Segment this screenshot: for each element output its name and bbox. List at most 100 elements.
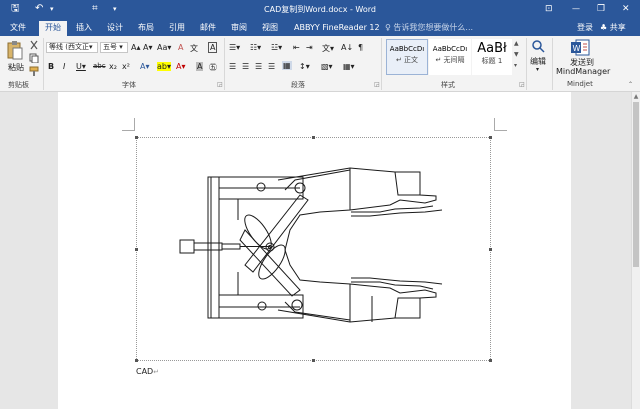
resize-handle[interactable] (135, 136, 138, 139)
find-icon[interactable] (531, 39, 545, 53)
tab-review[interactable]: 审阅 (225, 21, 253, 36)
resize-handle[interactable] (489, 359, 492, 362)
tab-mailings[interactable]: 邮件 (194, 21, 222, 36)
paragraph-mark: ↵ (153, 368, 160, 376)
grow-font-icon[interactable]: A▴ (131, 43, 141, 52)
tab-design[interactable]: 设计 (101, 21, 129, 36)
tab-abbyy[interactable]: ABBYY FineReader 12 (288, 21, 386, 36)
numbering-icon[interactable]: ☷▾ (250, 43, 261, 52)
highlight-color-icon[interactable]: ab▾ (157, 62, 171, 71)
close-button[interactable]: ✕ (622, 2, 630, 16)
share-button[interactable]: ♣ 共享 (600, 22, 626, 33)
font-dialog-launcher-icon[interactable]: ◲ (217, 81, 223, 88)
phonetic-guide-icon[interactable]: 文 (190, 43, 198, 54)
font-color-icon[interactable]: A▾ (176, 62, 186, 71)
change-case-icon[interactable]: Aa▾ (157, 43, 171, 52)
resize-handle[interactable] (312, 136, 315, 139)
show-marks-icon[interactable]: ¶ (358, 43, 363, 52)
bold-button[interactable]: B (48, 62, 54, 71)
character-shading-icon[interactable]: A (196, 62, 204, 71)
clear-formatting-icon[interactable]: A (178, 43, 183, 52)
paste-button-label[interactable]: 粘贴 (8, 62, 24, 73)
group-label-styles: 样式 (441, 81, 455, 89)
copy-icon[interactable] (29, 53, 39, 63)
style-name: 标题 1 (481, 57, 503, 65)
mindmanager-label[interactable]: MindManager (556, 67, 610, 76)
align-left-icon[interactable]: ☰ (229, 62, 236, 71)
tab-insert[interactable]: 插入 (70, 21, 98, 36)
styles-scroll-up-icon[interactable]: ▲ (514, 40, 519, 47)
subscript-button[interactable]: x₂ (109, 62, 117, 71)
scrollbar-thumb[interactable] (633, 102, 639, 267)
group-label-mindjet: Mindjet (567, 80, 593, 88)
styles-dialog-launcher-icon[interactable]: ◲ (519, 81, 525, 88)
underline-button[interactable]: U▾ (76, 62, 86, 71)
line-spacing-icon[interactable]: ↕▾ (299, 62, 310, 71)
window-title: CAD复制到Word.docx - Word (264, 5, 376, 14)
bullets-icon[interactable]: ☰▾ (229, 43, 240, 52)
align-center-icon[interactable]: ☰ (242, 62, 249, 71)
multilevel-list-icon[interactable]: ☳▾ (271, 43, 282, 52)
shrink-font-icon[interactable]: A▾ (143, 43, 153, 52)
ribbon-home: 粘贴 剪贴板 等线 (西文正▾ 五号 ▾ A▴ A▾ Aa▾ A 文 A B I… (0, 36, 640, 92)
tab-home[interactable]: 开始 (39, 21, 67, 36)
paste-icon[interactable] (6, 40, 24, 60)
scroll-up-icon[interactable]: ▲ (632, 93, 640, 100)
tab-references[interactable]: 引用 (163, 21, 191, 36)
resize-handle[interactable] (135, 359, 138, 362)
style-sample: AaBbCcDı (432, 45, 468, 53)
margin-corner-marker (122, 118, 135, 131)
format-painter-icon[interactable] (29, 66, 39, 76)
resize-handle[interactable] (489, 248, 492, 251)
align-right-icon[interactable]: ☰ (255, 62, 262, 71)
tab-layout[interactable]: 布局 (132, 21, 160, 36)
decrease-indent-icon[interactable]: ⇤ (293, 43, 300, 52)
distributed-icon[interactable]: ▦ (282, 61, 292, 70)
strikethrough-button[interactable]: abc (93, 62, 106, 70)
text-effects-icon[interactable]: A▾ (140, 62, 150, 71)
cut-icon[interactable] (29, 40, 39, 50)
character-border-icon[interactable]: A (208, 42, 218, 53)
document-text-paragraph[interactable]: CAD↵ (136, 367, 159, 376)
ribbon-tabs: 文件 开始 插入 设计 布局 引用 邮件 审阅 视图 ABBYY FineRea… (0, 19, 640, 36)
italic-button[interactable]: I (63, 62, 65, 71)
group-divider (43, 38, 44, 90)
svg-text:W: W (573, 44, 581, 53)
cad-gripper-drawing (179, 167, 443, 323)
chinese-layout-icon[interactable]: 文▾ (322, 43, 334, 54)
tab-file[interactable]: 文件 (4, 21, 32, 36)
sign-in-link[interactable]: 登录 (577, 22, 593, 33)
style-normal[interactable]: AaBbCcDı ↵ 正文 (386, 39, 428, 75)
font-name-combo[interactable]: 等线 (西文正▾ (46, 42, 98, 53)
minimize-button[interactable]: — (572, 2, 580, 16)
editing-dropdown-icon[interactable]: ▾ (536, 66, 539, 73)
paragraph-shading-icon[interactable]: ▧▾ (321, 62, 333, 71)
borders-icon[interactable]: ▦▾ (343, 62, 355, 71)
collapse-ribbon-icon[interactable]: ⌃ (628, 81, 633, 88)
superscript-button[interactable]: x² (122, 62, 130, 71)
resize-handle[interactable] (489, 136, 492, 139)
styles-scroll-down-icon[interactable]: ▼ (514, 51, 519, 58)
styles-more-icon[interactable]: ▾ (514, 62, 517, 69)
ribbon-display-options-icon[interactable]: ⊡ (545, 2, 553, 16)
style-name: ↵ 无间隔 (435, 56, 465, 64)
group-label-font: 字体 (122, 81, 136, 89)
resize-handle[interactable] (135, 248, 138, 251)
group-divider (381, 38, 382, 90)
restore-button[interactable]: ❐ (597, 2, 605, 16)
vertical-scrollbar[interactable]: ▲ (631, 92, 640, 409)
resize-handle[interactable] (312, 359, 315, 362)
sort-icon[interactable]: A↓ (341, 43, 353, 52)
tell-me-search[interactable]: ♀ 告诉我您想要做什么... (385, 22, 473, 33)
increase-indent-icon[interactable]: ⇥ (306, 43, 313, 52)
paragraph-dialog-launcher-icon[interactable]: ◲ (374, 81, 380, 88)
mindmanager-icon[interactable]: W (570, 39, 590, 56)
style-no-spacing[interactable]: AaBbCcDı ↵ 无间隔 (429, 39, 471, 75)
caption-text: CAD (136, 367, 154, 376)
style-sample: AaBbCcDı (389, 45, 425, 53)
font-size-combo[interactable]: 五号 ▾ (100, 42, 128, 53)
justify-icon[interactable]: ☰ (268, 62, 275, 71)
style-heading-1[interactable]: AaBł 标题 1 (472, 39, 512, 75)
enclose-characters-icon[interactable]: ㊄ (209, 62, 217, 73)
tab-view[interactable]: 视图 (256, 21, 284, 36)
